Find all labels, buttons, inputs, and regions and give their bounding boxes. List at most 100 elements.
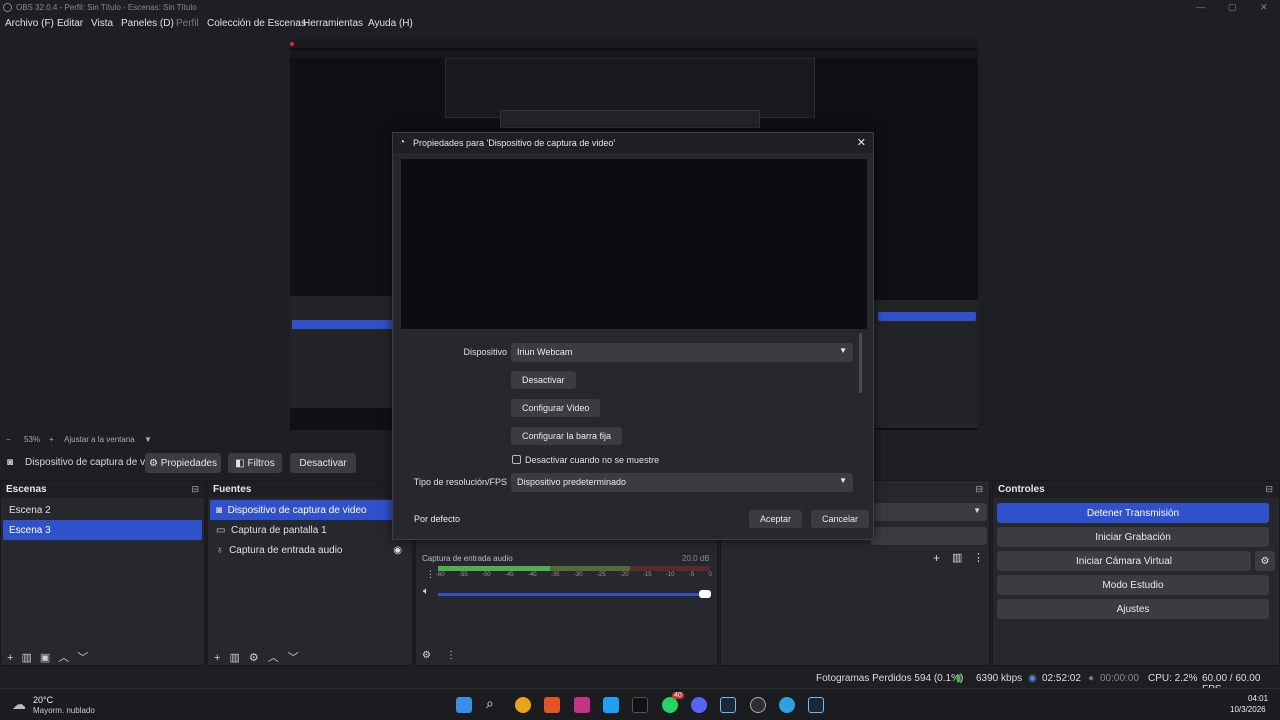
steam-alt-icon[interactable] [808,697,824,713]
menu-archivo[interactable]: Archivo (F) [5,18,54,29]
menu-paneles[interactable]: Paneles (D) [121,18,174,29]
mixer-settings-icon[interactable]: ⚙ [422,650,431,661]
chrome-icon[interactable] [515,697,531,713]
sources-dock: Fuentes ◙ Dispositivo de captura de vide… [207,480,413,666]
chevron-down-icon: ▼ [973,506,981,515]
stop-streaming-button[interactable]: Detener Transmisión [997,503,1269,523]
dialog-preview [401,159,867,329]
obs-taskbar-icon[interactable] [750,697,766,713]
zoom-dropdown-icon[interactable]: ▼ [144,435,152,444]
scale-tick: -35 [550,572,560,578]
properties-button[interactable]: ⚙ Propiedades [145,453,221,473]
configure-video-button[interactable]: Configurar Video [511,399,601,417]
studio-mode-button[interactable]: Modo Estudio [997,575,1269,595]
speaker-icon[interactable]: 🔈︎ [423,586,429,597]
dock-menu-icon[interactable]: ⊟ [975,484,983,495]
search-icon[interactable]: ⌕ [486,695,494,712]
filter-icon[interactable]: ▣ [40,652,58,664]
cancel-button[interactable]: Cancelar [811,510,870,528]
camera-icon: ◙ [7,457,14,468]
zoom-out-icon[interactable]: − [6,435,11,444]
add-icon[interactable]: + [7,652,21,664]
dialog-scrollbar[interactable] [859,333,862,393]
menu-ayuda[interactable]: Ayuda (H) [368,18,413,29]
menu-bar: Archivo (F) Editar Vista Paneles (D) Per… [0,16,1280,34]
brave-icon[interactable] [544,697,560,713]
trash-icon[interactable]: ▥ [229,652,248,664]
windows-start-icon[interactable] [456,697,472,713]
start-recording-button[interactable]: Iniciar Grabación [997,527,1269,547]
add-icon[interactable]: + [214,652,229,664]
mixer-options-icon[interactable]: ⋮ [426,569,435,580]
up-arrow-icon[interactable]: ︿ [58,652,77,664]
menu-herramientas[interactable]: Herramientas [303,18,363,29]
scene-item-escena-3[interactable]: Escena 3 [3,520,202,540]
weather-desc: Mayorm. nublado [33,706,95,715]
down-arrow-icon[interactable]: ﹀ [77,652,96,664]
volume-slider[interactable] [438,593,708,596]
duration-field[interactable] [871,527,987,545]
dialog-title: Propiedades para 'Dispositivo de captura… [413,138,616,148]
deactivate-button[interactable]: Desactivar [290,453,356,473]
transition-menu-icon[interactable]: ⋮ [973,551,984,564]
filters-label: Filtros [247,457,275,469]
weather-temp[interactable]: 20°C [33,695,53,705]
menu-perfil[interactable]: Perfil [176,18,199,29]
close-icon[interactable]: ✕ [1260,2,1268,13]
minimize-icon[interactable]: — [1196,2,1205,12]
source-item-video-capture[interactable]: ◙ Dispositivo de captura de video ◉ [210,500,410,520]
trash-icon[interactable]: ▥ [21,652,39,664]
discord-icon[interactable] [691,697,707,713]
filters-button[interactable]: ◧ Filtros [228,453,282,473]
menu-editar[interactable]: Editar [57,18,83,29]
settings-button[interactable]: Ajustes [997,599,1269,619]
dock-menu-icon[interactable]: ⊟ [1265,484,1273,495]
virtual-camera-settings-gear-icon[interactable]: ⚙ [1255,551,1275,571]
source-toolbar: +▥⚙︿﹀ [214,649,308,665]
preview-nested-stop [878,312,976,321]
telegram-icon[interactable] [779,697,795,713]
taskbar: ☁ 20°C Mayorm. nublado ⌕ 40 04:01 10/3/2… [0,688,1280,720]
scene-item-escena-2[interactable]: Escena 2 [3,500,202,520]
checkbox-label: Desactivar cuando no se muestre [525,455,660,465]
accept-button[interactable]: Aceptar [749,510,803,528]
scale-tick: -50 [481,572,491,578]
close-icon[interactable]: ✕ [857,136,866,149]
twitter-icon[interactable] [603,697,619,713]
preview-record-dot-icon [290,42,294,46]
configure-bar-button[interactable]: Configurar la barra fija [511,427,623,445]
down-arrow-icon[interactable]: ﹀ [288,652,308,664]
zoom-in-icon[interactable]: + [49,435,54,444]
trash-icon[interactable]: ▥ [952,551,962,564]
menu-vista[interactable]: Vista [91,18,113,29]
volume-handle[interactable] [699,590,711,598]
maximize-icon[interactable]: ▢ [1228,2,1237,13]
controls-title: Controles [993,481,1279,498]
clock-time[interactable]: 04:01 [1248,694,1268,703]
dock-menu-icon[interactable]: ⊟ [191,484,199,495]
start-virtual-camera-button[interactable]: Iniciar Cámara Virtual [997,551,1251,571]
instagram-icon[interactable] [574,697,590,713]
scale-tick: -25 [596,572,606,578]
mixer-level-red [630,566,710,571]
transition-select[interactable]: ▼ [871,503,987,521]
scale-tick: -10 [665,572,675,578]
deactivate-device-button[interactable]: Desactivar [511,371,576,389]
add-icon[interactable]: + [933,551,940,565]
steam-icon[interactable] [720,697,736,713]
resolution-select[interactable]: Dispositivo predeterminado ▼ [511,473,853,492]
source-item-screen-capture[interactable]: ▭ Captura de pantalla 1 ◉ [210,520,410,540]
source-item-audio-capture[interactable]: ♁ Captura de entrada audio ◉ [210,540,410,560]
up-arrow-icon[interactable]: ︿ [268,652,288,664]
device-select[interactable]: Iriun Webcam ▼ [511,343,853,362]
mixer-menu-icon[interactable]: ⋮ [446,650,456,661]
gear-icon[interactable]: ⚙ [249,652,268,664]
menu-coleccion[interactable]: Colección de Escenas [207,18,306,29]
defaults-button[interactable]: Por defecto [403,510,471,528]
tiktok-icon[interactable] [632,697,648,713]
deactivate-hidden-checkbox[interactable] [512,455,521,464]
fit-window-label[interactable]: Ajustar a la ventana [64,435,135,444]
dialog-titlebar: ◔ Propiedades para 'Dispositivo de captu… [393,133,873,153]
whatsapp-icon[interactable] [662,697,678,713]
eye-icon[interactable]: ◉ [393,545,402,556]
